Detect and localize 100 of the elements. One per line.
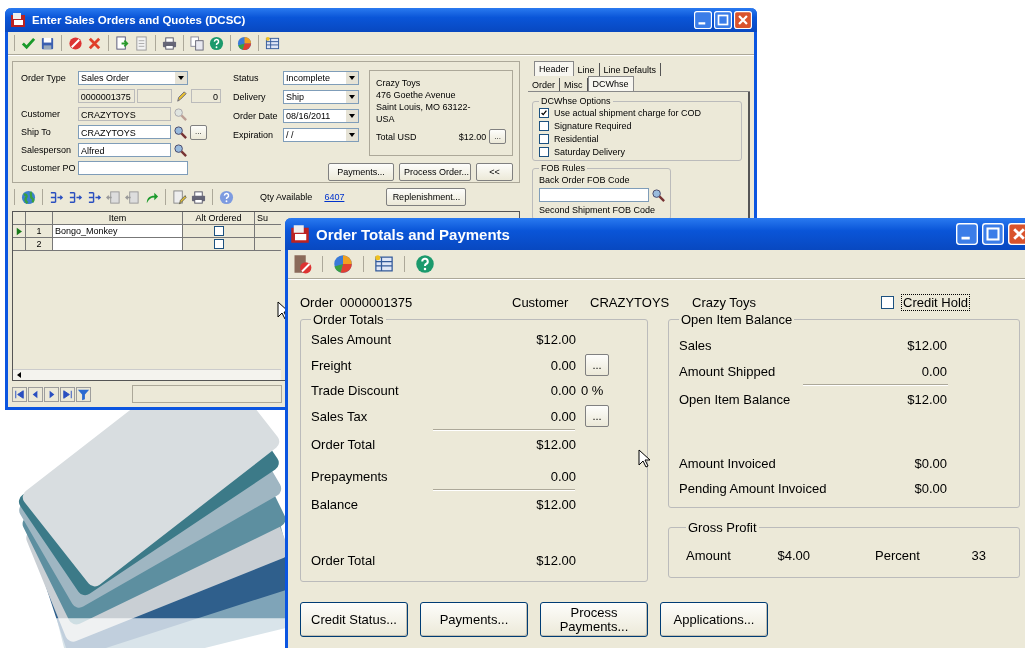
search-icon[interactable] bbox=[173, 142, 188, 158]
form-button[interactable]: Payments... bbox=[328, 163, 394, 181]
caret-icon bbox=[346, 110, 358, 122]
checkbox[interactable] bbox=[213, 239, 224, 249]
help-icon[interactable] bbox=[209, 35, 224, 51]
table-cell[interactable] bbox=[53, 238, 183, 251]
last-record-icon[interactable] bbox=[60, 386, 75, 402]
ship-to-field[interactable]: CRAZYTOYS bbox=[78, 125, 171, 139]
app-icon bbox=[10, 12, 26, 28]
row-selector[interactable] bbox=[13, 238, 26, 251]
ellipsis-button[interactable]: ... bbox=[585, 405, 609, 428]
address-line: Crazy Toys bbox=[376, 77, 422, 89]
table-icon[interactable] bbox=[374, 254, 394, 274]
printer-icon[interactable] bbox=[191, 189, 206, 205]
no-entry-document-icon[interactable] bbox=[292, 254, 312, 274]
action-button[interactable]: Process Payments... bbox=[540, 602, 648, 637]
split-lines-icon[interactable] bbox=[49, 189, 64, 205]
field-label: Back Order FOB Code bbox=[539, 174, 631, 187]
close-icon[interactable] bbox=[734, 11, 752, 29]
document-arrow-icon[interactable] bbox=[115, 35, 130, 51]
checkbox[interactable] bbox=[539, 120, 549, 131]
fob-code-field[interactable] bbox=[539, 188, 649, 202]
ellipsis-button[interactable]: ... bbox=[190, 124, 207, 140]
table-icon[interactable] bbox=[265, 35, 280, 51]
close-icon[interactable] bbox=[1008, 223, 1025, 245]
customer-po-field[interactable] bbox=[78, 161, 188, 175]
search-icon[interactable] bbox=[651, 187, 666, 203]
pie-chart-icon[interactable] bbox=[237, 35, 252, 51]
field-label: Customer bbox=[21, 109, 61, 119]
order-label: Order bbox=[300, 294, 335, 310]
no-entry-icon[interactable] bbox=[68, 35, 83, 51]
qty-available-link[interactable]: 6407 bbox=[324, 192, 345, 202]
field-label: Order Type bbox=[21, 73, 67, 83]
amount-label: Pending Amount Invoiced bbox=[679, 481, 828, 497]
checkbox-label: Signature Required bbox=[554, 120, 632, 131]
order-type-dropdown[interactable]: Sales Order bbox=[78, 71, 188, 85]
app-icon bbox=[290, 224, 310, 244]
maximize-icon[interactable] bbox=[982, 223, 1004, 245]
help-icon[interactable] bbox=[415, 254, 435, 274]
field-label: Salesperson bbox=[21, 145, 73, 155]
checkbox[interactable] bbox=[539, 133, 549, 144]
dropdown[interactable]: Ship bbox=[283, 90, 359, 104]
copy-icon[interactable] bbox=[190, 35, 205, 51]
printer-icon[interactable] bbox=[162, 35, 177, 51]
checkbox[interactable] bbox=[539, 146, 549, 157]
tab[interactable]: Header bbox=[534, 61, 574, 76]
column-header[interactable]: Su bbox=[255, 212, 281, 225]
previous-record-icon[interactable] bbox=[28, 386, 43, 402]
search-icon[interactable] bbox=[173, 124, 188, 140]
check-icon[interactable] bbox=[21, 35, 36, 51]
column-header[interactable]: Alt Ordered bbox=[183, 212, 255, 225]
checkbox[interactable] bbox=[213, 226, 224, 236]
horizontal-scrollbar[interactable] bbox=[13, 369, 281, 380]
replenishment-button[interactable]: Replenishment... bbox=[386, 188, 467, 206]
split-lines-icon[interactable] bbox=[87, 189, 102, 205]
amount-label: Balance bbox=[311, 497, 359, 513]
field-label: Customer PO bbox=[21, 163, 76, 173]
table-cell[interactable]: Bongo_Monkey bbox=[53, 225, 183, 238]
minimize-icon[interactable] bbox=[694, 11, 712, 29]
next-record-icon[interactable] bbox=[44, 386, 59, 402]
form-button[interactable]: << bbox=[476, 163, 513, 181]
cursor-icon bbox=[638, 449, 650, 468]
group-title: Open Item Balance bbox=[680, 312, 794, 327]
tab[interactable]: DCWhse bbox=[587, 76, 634, 91]
maximize-icon[interactable] bbox=[714, 11, 732, 29]
checkbox-label: Residential bbox=[554, 133, 599, 144]
checkbox-label[interactable]: Credit Hold bbox=[901, 293, 971, 311]
amount-value: $12.00 bbox=[535, 552, 576, 568]
amount-label: Amount bbox=[686, 547, 732, 563]
action-button[interactable]: Applications... bbox=[660, 602, 768, 637]
dropdown[interactable]: 08/16/2011 bbox=[283, 109, 359, 123]
action-button[interactable]: Credit Status... bbox=[300, 602, 408, 637]
amount-label: Prepayments bbox=[311, 468, 389, 484]
checkbox[interactable] bbox=[881, 295, 894, 309]
ellipsis-button[interactable]: ... bbox=[489, 129, 506, 144]
caret-icon bbox=[346, 91, 358, 103]
checkbox[interactable] bbox=[539, 107, 549, 118]
pencil-icon[interactable] bbox=[174, 88, 190, 104]
ellipsis-button[interactable]: ... bbox=[585, 354, 609, 377]
filter-icon[interactable] bbox=[76, 386, 91, 402]
line-count-field: 0 bbox=[191, 89, 221, 103]
scroll-left-icon[interactable] bbox=[15, 371, 23, 379]
checkbox-label: Saturday Delivery bbox=[554, 146, 626, 157]
cross-icon[interactable] bbox=[87, 35, 102, 51]
salesperson-field[interactable]: Alfred bbox=[78, 143, 171, 157]
amount-label: Trade Discount bbox=[311, 383, 400, 399]
outdent-icon[interactable] bbox=[125, 189, 140, 205]
form-button[interactable]: Process Order... bbox=[399, 163, 471, 181]
row-selector[interactable] bbox=[13, 225, 26, 238]
action-button[interactable]: Payments... bbox=[420, 602, 528, 637]
split-lines-icon[interactable] bbox=[68, 189, 83, 205]
first-record-icon[interactable] bbox=[12, 386, 27, 402]
document-pencil-icon[interactable] bbox=[172, 189, 187, 205]
globe-icon[interactable] bbox=[21, 189, 36, 205]
help-icon[interactable] bbox=[219, 189, 234, 205]
pie-chart-icon[interactable] bbox=[333, 254, 353, 274]
dropdown[interactable]: / / bbox=[283, 128, 359, 142]
amount-label: Order Total bbox=[311, 437, 377, 453]
minimize-icon[interactable] bbox=[956, 223, 978, 245]
dropdown[interactable]: Incomplete bbox=[283, 71, 359, 85]
